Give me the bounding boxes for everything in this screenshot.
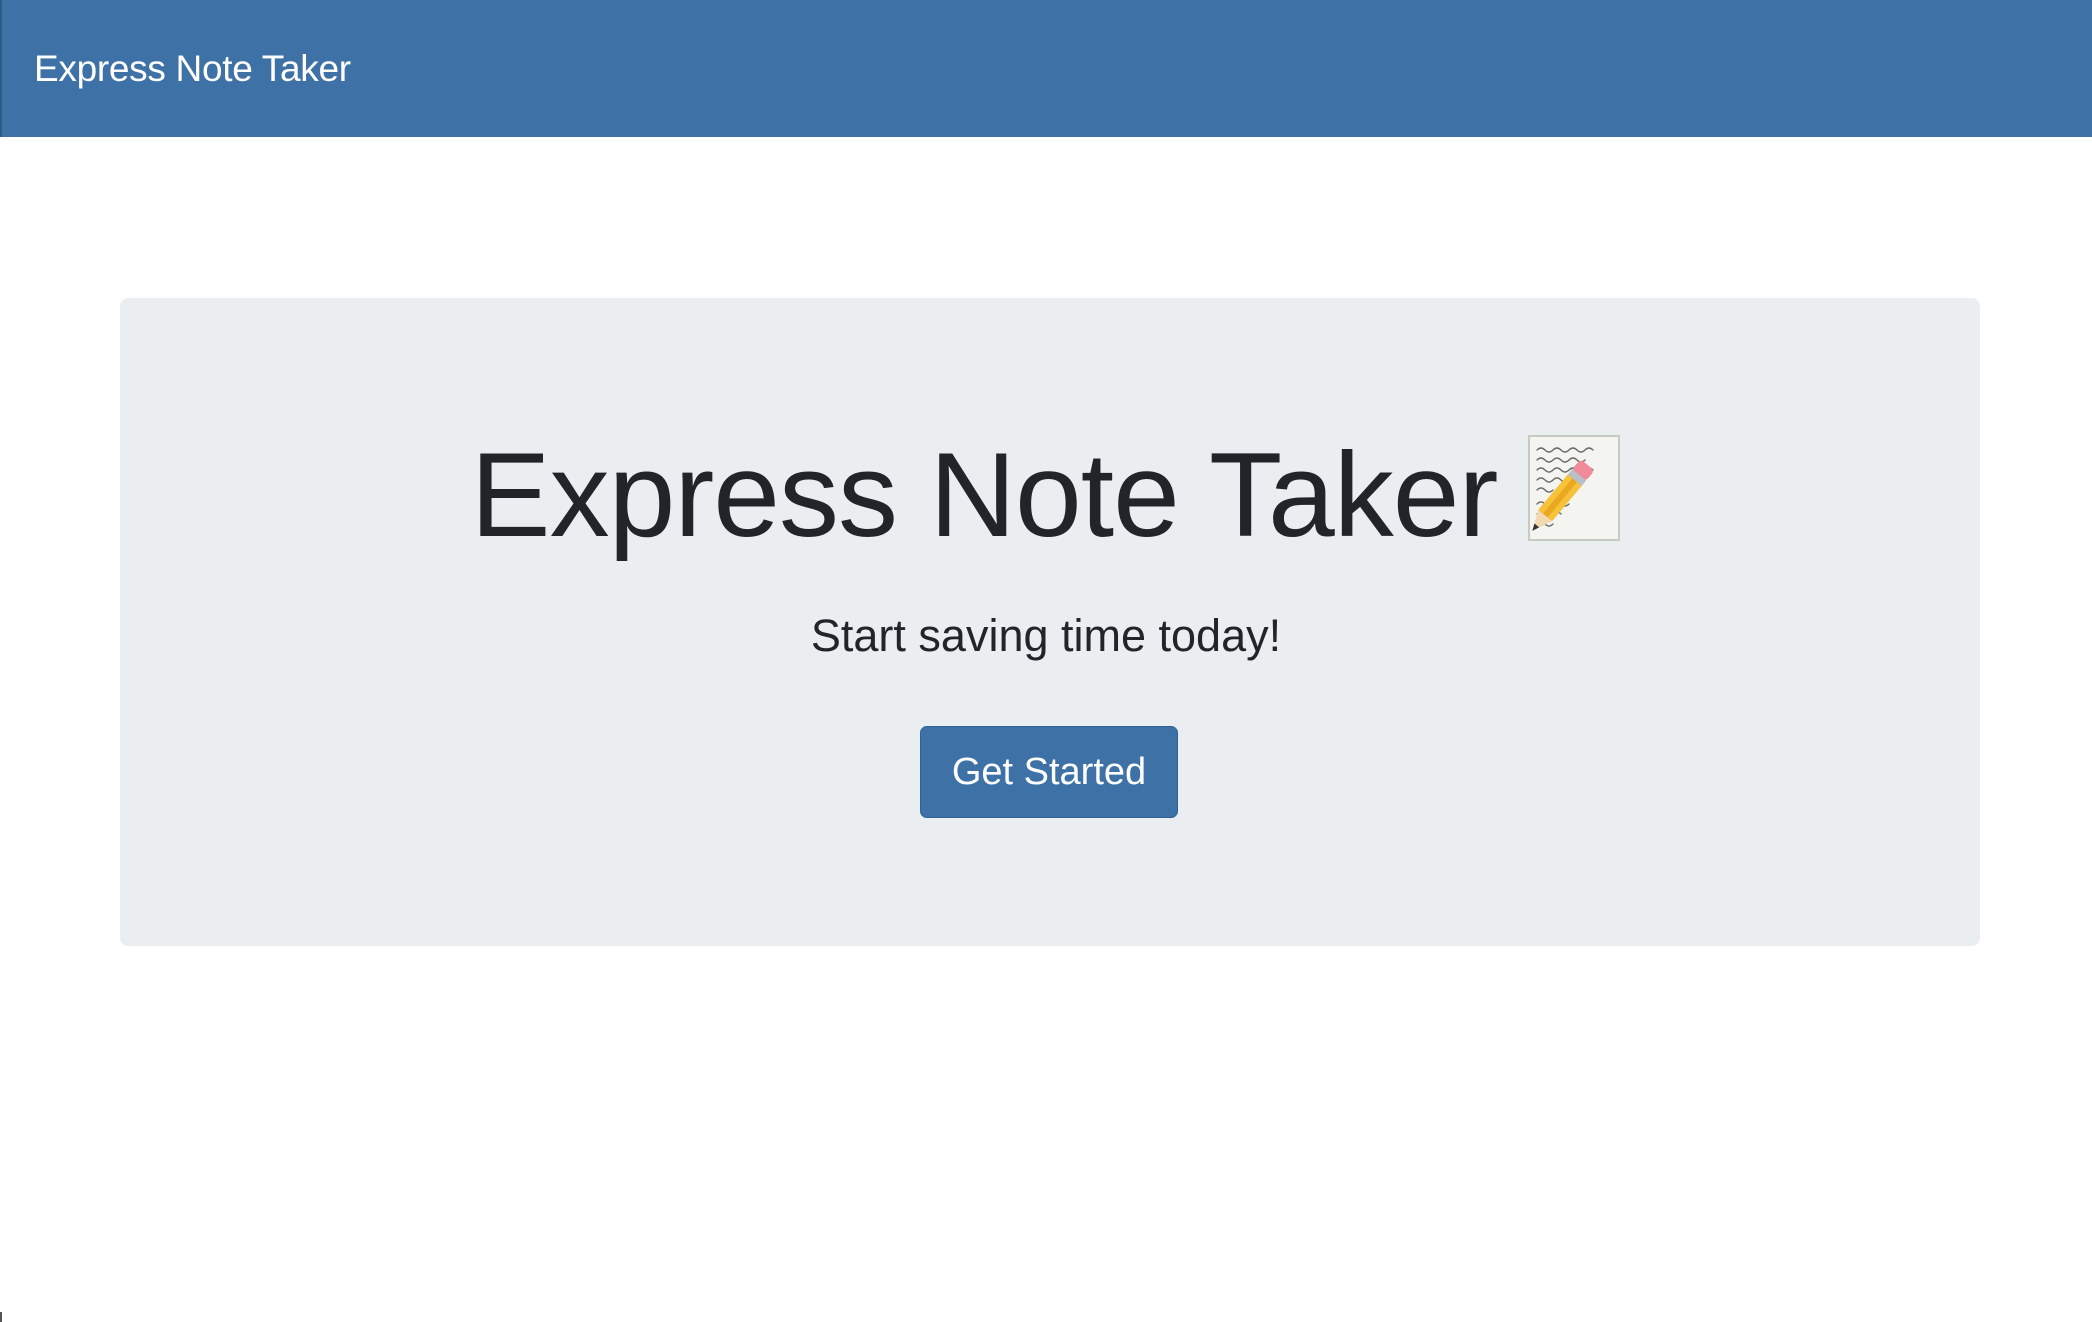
get-started-button[interactable]: Get Started <box>920 726 1178 818</box>
navbar-brand-link[interactable]: Express Note Taker <box>34 0 351 137</box>
hero-subtitle: Start saving time today! <box>810 610 1282 661</box>
navbar: Express Note Taker <box>0 0 2092 137</box>
window-edge-mark <box>0 1312 2 1322</box>
memo-pencil-icon <box>1527 431 1621 541</box>
hero-title-row: Express Note Taker <box>0 425 2092 565</box>
hero-title: Express Note Taker <box>470 428 1499 562</box>
